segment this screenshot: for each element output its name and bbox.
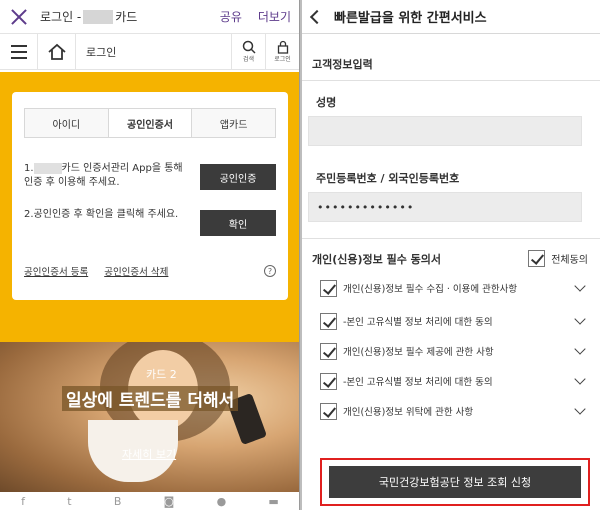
redacted-card-name — [83, 9, 114, 24]
agreement-item[interactable]: -본인 고유식별 정보 처리에 대한 동의 — [320, 311, 588, 331]
agreement-item-label: 개인(신용)정보 필수 제공에 관한 사항 — [343, 347, 494, 358]
agreement-item[interactable]: 개인(신용)정보 위탁에 관한 사항 — [320, 401, 588, 421]
agreement-header: 개인(신용)정보 필수 동의서 전체동의 — [312, 250, 588, 267]
chevron-down-icon[interactable] — [574, 343, 586, 355]
delete-certificate-link[interactable]: 공인인증서 삭제 — [104, 264, 168, 278]
share-button[interactable]: 공유 — [220, 8, 242, 25]
instagram-icon[interactable]: ◙ — [164, 495, 175, 508]
chevron-down-icon[interactable] — [574, 403, 586, 415]
back-icon[interactable] — [309, 9, 325, 24]
chevron-down-icon[interactable] — [574, 313, 586, 325]
twitter-icon[interactable]: t — [67, 495, 71, 508]
search-button[interactable]: 검색 — [231, 33, 265, 70]
menu-icon[interactable] — [0, 33, 38, 70]
certificate-auth-button[interactable]: 공인인증 — [200, 164, 276, 190]
agree-all[interactable]: 전체동의 — [528, 250, 588, 267]
agreement-item[interactable]: -본인 고유식별 정보 처리에 대한 동의 — [320, 371, 588, 391]
name-input[interactable] — [308, 116, 582, 146]
agreement-item[interactable]: 개인(신용)정보 필수 제공에 관한 사항 — [320, 341, 588, 361]
tab-appcard[interactable]: 앱카드 — [192, 109, 275, 137]
login-tabs: 아이디 공인인증서 앱카드 — [24, 108, 276, 138]
submit-highlight: 국민건강보험공단 정보 조회 신청 — [320, 458, 590, 506]
promo-banner[interactable]: 카드 2 일상에 트렌드를 더해서 자세히 보기 — [0, 342, 299, 492]
top-bar: 로그인 - 카드 공유 더보기 — [0, 0, 299, 34]
step-1-number: 1. — [24, 163, 34, 174]
agreement-item-label: 개인(신용)정보 필수 수집 · 이용에 관한사항 — [343, 284, 518, 295]
agreement-item[interactable]: 개인(신용)정보 필수 수집 · 이용에 관한사항 — [320, 278, 588, 298]
nav-label: 로그인 — [86, 45, 117, 59]
agreement-item-label: 개인(신용)정보 위탁에 관한 사항 — [343, 407, 474, 418]
more-button[interactable]: 더보기 — [258, 8, 291, 25]
agreement-checkbox[interactable] — [320, 372, 337, 390]
login-button[interactable]: 로그인 — [265, 33, 299, 70]
agreement-checkbox[interactable] — [320, 312, 337, 330]
title-suffix: 카드 — [115, 10, 138, 24]
help-icon[interactable]: ? — [264, 265, 276, 277]
social-bar: f t B ◙ ● ▬ — [0, 492, 299, 510]
divider — [302, 80, 600, 81]
page-title: 빠른발급을 위한 간편서비스 — [334, 11, 487, 26]
lock-icon — [277, 40, 288, 54]
section-title: 고객정보입력 — [312, 58, 373, 71]
step-2-text: 2.공인인증 후 확인을 클릭해 주세요. — [24, 209, 179, 220]
right-screen: 빠른발급을 위한 간편서비스 고객정보입력 성명 주민등록번호 / 외국인등록번… — [302, 0, 600, 510]
promo-headline: 일상에 트렌드를 더해서 — [62, 386, 239, 411]
rrn-label: 주민등록번호 / 외국인등록번호 — [316, 172, 460, 185]
chevron-down-icon[interactable] — [574, 280, 586, 292]
step-1-text: 1. 카드 인증서관리 App을 통해 인증 후 이용해 주세요. — [24, 162, 194, 190]
title-prefix: 로그인 - — [40, 10, 82, 24]
page-title: 로그인 - 카드 — [40, 8, 137, 25]
agreement-checkbox[interactable] — [320, 279, 337, 297]
agree-all-label: 전체동의 — [551, 255, 588, 266]
search-icon — [242, 40, 256, 54]
login-card: 아이디 공인인증서 앱카드 1. 카드 인증서관리 App을 통해 인증 후 이용… — [12, 92, 288, 300]
promo-detail-link[interactable]: 자세히 보기 — [122, 446, 176, 462]
submit-button[interactable]: 국민건강보험공단 정보 조회 신청 — [329, 466, 581, 498]
blog-icon[interactable]: B — [114, 495, 122, 508]
agreement-checkbox[interactable] — [320, 402, 337, 420]
home-icon[interactable] — [38, 33, 76, 70]
search-label: 검색 — [242, 56, 255, 63]
agreement-checkbox[interactable] — [320, 342, 337, 360]
nav-bar: 로그인 검색 로그인 — [0, 33, 299, 70]
agree-all-checkbox[interactable] — [528, 250, 546, 267]
agreement-item-label: -본인 고유식별 정보 처리에 대한 동의 — [343, 377, 493, 388]
kakao-icon[interactable]: ● — [217, 495, 227, 508]
rrn-value: ••••••••••••• — [317, 201, 415, 214]
left-screen: 로그인 - 카드 공유 더보기 로그인 검색 로그인 아이디 공인인증서 앱카드 — [0, 0, 300, 510]
rrn-input[interactable]: ••••••••••••• — [308, 192, 582, 222]
divider — [302, 238, 600, 239]
facebook-icon[interactable]: f — [21, 495, 25, 508]
youtube-icon[interactable]: ▬ — [268, 495, 278, 508]
top-bar: 빠른발급을 위한 간편서비스 — [302, 0, 600, 34]
confirm-button[interactable]: 확인 — [200, 210, 276, 236]
login-area: 아이디 공인인증서 앱카드 1. 카드 인증서관리 App을 통해 인증 후 이용… — [0, 72, 299, 342]
chevron-down-icon[interactable] — [574, 373, 586, 385]
agreement-title: 개인(신용)정보 필수 동의서 — [312, 252, 442, 266]
close-icon[interactable] — [8, 6, 30, 28]
certificate-links: 공인인증서 등록 공인인증서 삭제 ? — [24, 264, 276, 278]
promo-subtitle: 카드 2 — [146, 368, 177, 381]
tab-certificate[interactable]: 공인인증서 — [108, 109, 193, 137]
register-certificate-link[interactable]: 공인인증서 등록 — [24, 264, 88, 278]
agreement-item-label: -본인 고유식별 정보 처리에 대한 동의 — [343, 317, 493, 328]
tab-id[interactable]: 아이디 — [25, 109, 109, 137]
login-label: 로그인 — [274, 56, 291, 63]
redacted-card-name — [33, 162, 62, 174]
name-label: 성명 — [316, 96, 337, 109]
